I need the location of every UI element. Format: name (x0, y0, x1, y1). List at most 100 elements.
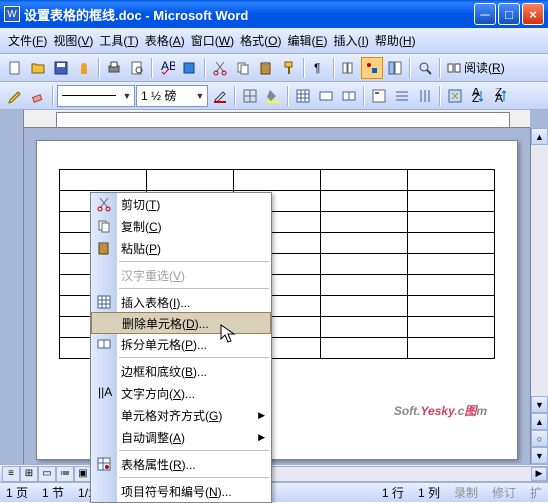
menu-item-label: 表格属性(R)... (121, 456, 196, 473)
context-menu-item[interactable]: 拆分单元格(P)... (91, 333, 271, 355)
scroll-track[interactable] (531, 145, 548, 396)
menu-item-label: 项目符号和编号(N)... (121, 483, 232, 500)
app-icon: W (4, 6, 20, 22)
horizontal-ruler[interactable] (24, 110, 530, 128)
browse-object-button[interactable]: ○ (531, 430, 548, 447)
standard-toolbar: AB ¶ 阅读(R) (0, 54, 548, 82)
title-bar: W 设置表格的框线.doc - Microsoft Word ─ □ × (0, 0, 548, 28)
menu-format[interactable]: 格式(O) (238, 29, 283, 52)
align-button[interactable] (368, 85, 390, 107)
menu-tools[interactable]: 工具(T) (97, 29, 140, 52)
scroll-up-button[interactable]: ▲ (531, 128, 548, 145)
scroll-down-button[interactable]: ▼ (531, 396, 548, 413)
scroll-right-button[interactable]: ▶ (531, 467, 547, 481)
zoom-button[interactable] (414, 57, 436, 79)
context-menu-item[interactable]: 自动调整(A)▶ (91, 426, 271, 448)
line-weight-dropdown[interactable]: ▼ (136, 85, 208, 107)
status-page: 1 页 (6, 484, 28, 501)
spelling-button[interactable]: AB (156, 57, 178, 79)
menu-separator (119, 288, 269, 289)
context-menu-item[interactable]: 单元格对齐方式(G)▶ (91, 404, 271, 426)
autoformat-button[interactable] (444, 85, 466, 107)
new-button[interactable] (4, 57, 26, 79)
status-rev: 修订 (492, 484, 516, 501)
copy-button[interactable] (232, 57, 254, 79)
context-menu-item[interactable]: 边框和底纹(B)... (91, 360, 271, 382)
minimize-button[interactable]: ─ (474, 3, 496, 25)
watermark: Soft.Yesky.c图m (394, 402, 487, 419)
menu-help[interactable]: 帮助(H) (373, 29, 418, 52)
drawing-button[interactable] (361, 57, 383, 79)
print-button[interactable] (103, 57, 125, 79)
status-col: 1 列 (418, 484, 440, 501)
cut-icon (95, 195, 113, 213)
context-menu-item[interactable]: 粘贴(P) (91, 237, 271, 259)
context-menu-item[interactable]: 复制(C) (91, 215, 271, 237)
outline-view-button[interactable]: ≔ (56, 466, 74, 482)
left-ruler-corner (0, 110, 24, 128)
paste-button[interactable] (255, 57, 277, 79)
menu-item-label: 文字方向(X)... (121, 385, 195, 402)
context-menu-item[interactable]: 插入表格(I)... (91, 291, 271, 313)
format-painter-button[interactable] (278, 57, 300, 79)
borders-button[interactable] (239, 85, 261, 107)
normal-view-button[interactable]: ≡ (2, 466, 20, 482)
close-button[interactable]: × (522, 3, 544, 25)
merge-cells-button[interactable] (315, 85, 337, 107)
eraser-button[interactable] (27, 85, 49, 107)
status-rec: 录制 (454, 484, 478, 501)
menu-item-label: 汉字重选(V) (121, 267, 185, 284)
next-page-button[interactable]: ▼ (531, 447, 548, 464)
svg-text:AB: AB (161, 60, 175, 73)
columns-button[interactable] (338, 57, 360, 79)
ruler-area (0, 110, 548, 128)
web-view-button[interactable]: ⊞ (20, 466, 38, 482)
draw-table-button[interactable] (4, 85, 26, 107)
split-cells-button[interactable] (338, 85, 360, 107)
status-bar: 1 页 1 节 1/1 1 行 1 列 录制 修订 扩 (0, 482, 548, 502)
save-button[interactable] (50, 57, 72, 79)
status-ext: 扩 (530, 484, 542, 501)
insert-table-button[interactable] (292, 85, 314, 107)
prev-page-button[interactable]: ▲ (531, 413, 548, 430)
menu-item-label: 删除单元格(D)... (122, 315, 209, 332)
menu-edit[interactable]: 编辑(E) (285, 29, 329, 52)
shading-color-button[interactable] (262, 85, 284, 107)
print-view-button[interactable]: ▭ (38, 466, 56, 482)
tables-borders-toolbar: ▼ ▼ AZ ZA (0, 82, 548, 110)
research-button[interactable] (179, 57, 201, 79)
context-menu: 剪切(T)复制(C) 粘贴(P) 汉字重选(V) 插入表格(I)... 删除单元格(D)… (90, 192, 272, 503)
document-map-button[interactable] (384, 57, 406, 79)
context-menu-item[interactable]: ||A文字方向(X)... (91, 382, 271, 404)
menu-window[interactable]: 窗口(W) (189, 29, 236, 52)
border-color-button[interactable] (209, 85, 231, 107)
permission-button[interactable] (73, 57, 95, 79)
menu-insert[interactable]: 插入(I) (332, 29, 371, 52)
sort-asc-button[interactable]: AZ (467, 85, 489, 107)
menu-file[interactable]: 文件(F) (6, 29, 49, 52)
print-preview-button[interactable] (126, 57, 148, 79)
read-button[interactable]: 阅读(R) (444, 59, 507, 76)
menu-view[interactable]: 视图(V) (51, 29, 95, 52)
context-menu-item[interactable]: 项目符号和编号(N)... (91, 480, 271, 502)
vertical-ruler[interactable] (0, 128, 24, 464)
distribute-columns-button[interactable] (414, 85, 436, 107)
context-menu-item[interactable]: 剪切(T) (91, 193, 271, 215)
line-style-dropdown[interactable]: ▼ (57, 85, 135, 107)
context-menu-item[interactable]: 删除单元格(D)... (91, 312, 271, 334)
paragraph-marks-button[interactable]: ¶ (308, 57, 330, 79)
menu-separator (119, 450, 269, 451)
vertical-scrollbar[interactable]: ▲ ▼ ▲ ○ ▼ (530, 128, 548, 464)
sort-desc-button[interactable]: ZA (490, 85, 512, 107)
distribute-rows-button[interactable] (391, 85, 413, 107)
maximize-button[interactable]: □ (498, 3, 520, 25)
svg-text:Z: Z (472, 91, 479, 104)
menu-item-label: 粘贴(P) (121, 240, 161, 257)
menu-separator (119, 261, 269, 262)
menu-item-label: 拆分单元格(P)... (121, 336, 207, 353)
copy-icon (95, 217, 113, 235)
open-button[interactable] (27, 57, 49, 79)
cut-button[interactable] (209, 57, 231, 79)
context-menu-item[interactable]: 表格属性(R)... (91, 453, 271, 475)
menu-table[interactable]: 表格(A) (143, 29, 187, 52)
